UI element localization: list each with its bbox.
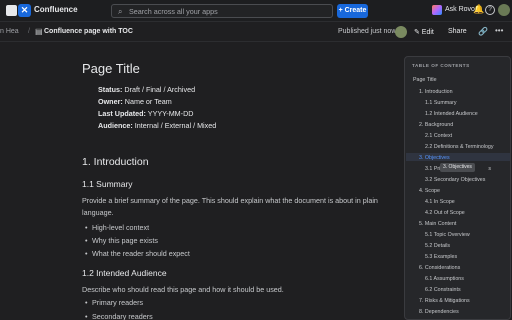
toc-item-definitions[interactable]: 2.2 Definitions & Terminology bbox=[425, 144, 494, 150]
toc-item-dependencies[interactable]: 8. Dependencies bbox=[419, 309, 459, 315]
toc-item-label: 3.1 Pri bbox=[425, 166, 441, 172]
toc-item-topic-overview[interactable]: 5.1 Topic Overview bbox=[425, 232, 470, 238]
toc-item-background[interactable]: 2. Background bbox=[419, 122, 453, 128]
create-button[interactable]: + Create bbox=[337, 4, 368, 18]
meta-label: Status: bbox=[98, 85, 123, 94]
toc-item-summary[interactable]: 1.1 Summary bbox=[425, 100, 457, 106]
toc-tooltip: 3. Objectives bbox=[440, 163, 475, 172]
author-avatar[interactable] bbox=[395, 26, 407, 38]
list-item: What the reader should expect bbox=[85, 249, 190, 258]
copy-link-icon[interactable]: 🔗 bbox=[478, 27, 488, 36]
summary-paragraph: Provide a brief summary of the page. Thi… bbox=[82, 196, 378, 217]
top-app-bar: ✕ Confluence ⌕ Search across all your ap… bbox=[0, 0, 512, 22]
toc-item-out-of-scope[interactable]: 4.2 Out of Scope bbox=[425, 210, 465, 216]
page-toolbar: n Hea / ▤ Confluence page with TOC Publi… bbox=[0, 22, 512, 42]
search-placeholder: Search across all your apps bbox=[129, 7, 218, 16]
heading-introduction: 1. Introduction bbox=[82, 156, 149, 168]
help-icon[interactable]: ? bbox=[485, 5, 495, 15]
meta-value: YYYY-MM-DD bbox=[145, 109, 194, 118]
list-item: High-level context bbox=[85, 223, 149, 232]
page-title: Page Title bbox=[82, 61, 140, 76]
toc-item-details[interactable]: 5.2 Details bbox=[425, 243, 450, 249]
toc-item-assumptions[interactable]: 6.1 Assumptions bbox=[425, 276, 464, 282]
meta-value: Draft / Final / Archived bbox=[122, 85, 196, 94]
breadcrumb-page[interactable]: Confluence page with TOC bbox=[44, 28, 133, 35]
meta-label: Audience: bbox=[98, 121, 133, 130]
meta-label: Owner: bbox=[98, 97, 123, 106]
toc-item-risks[interactable]: 7. Risks & Mitigations bbox=[419, 298, 470, 304]
share-button[interactable]: Share bbox=[448, 28, 467, 35]
more-actions-icon[interactable]: ••• bbox=[495, 26, 503, 35]
toc-item-label-tail: s bbox=[488, 166, 491, 172]
breadcrumb-space[interactable]: n Hea bbox=[0, 28, 19, 35]
ask-rovo-button[interactable]: Ask Rovo bbox=[445, 6, 475, 13]
audience-paragraph: Describe who should read this page and h… bbox=[82, 285, 284, 294]
toc-item-main-content[interactable]: 5. Main Content bbox=[419, 221, 456, 227]
breadcrumb-separator: / bbox=[28, 28, 30, 35]
search-icon: ⌕ bbox=[118, 7, 123, 16]
list-item: Why this page exists bbox=[85, 236, 158, 245]
table-of-contents-panel: TABLE OF CONTENTS Page Title 1. Introduc… bbox=[404, 56, 511, 320]
heading-intended-audience: 1.2 Intended Audience bbox=[82, 268, 167, 278]
confluence-logo-icon[interactable]: ✕ bbox=[18, 4, 31, 17]
list-item: Secondary readers bbox=[85, 312, 153, 320]
meta-value: Internal / External / Mixed bbox=[132, 121, 217, 130]
toc-item-intended-audience[interactable]: 1.2 Intended Audience bbox=[425, 111, 478, 117]
notifications-bell-icon[interactable]: 🔔 bbox=[473, 4, 484, 15]
meta-label: Last Updated: bbox=[98, 109, 146, 118]
user-avatar[interactable] bbox=[498, 4, 510, 16]
toc-item-page-title[interactable]: Page Title bbox=[413, 77, 437, 83]
toc-item-scope[interactable]: 4. Scope bbox=[419, 188, 440, 194]
meta-value: Name or Team bbox=[122, 97, 172, 106]
meta-owner: Owner: Name or Team bbox=[98, 97, 172, 106]
rovo-icon[interactable] bbox=[432, 5, 442, 15]
page-icon: ▤ bbox=[35, 27, 43, 36]
toc-heading: TABLE OF CONTENTS bbox=[412, 63, 470, 68]
meta-updated: Last Updated: YYYY-MM-DD bbox=[98, 109, 193, 118]
search-input[interactable]: ⌕ Search across all your apps bbox=[111, 4, 333, 18]
edit-button[interactable]: ✎ Edit bbox=[414, 28, 434, 36]
list-item: Primary readers bbox=[85, 298, 143, 307]
meta-status: Status: Draft / Final / Archived bbox=[98, 85, 195, 94]
toc-item-secondary-objectives[interactable]: 3.2 Secondary Objectives bbox=[425, 177, 485, 183]
app-name[interactable]: Confluence bbox=[34, 5, 78, 14]
toc-item-objectives[interactable]: 3. Objectives bbox=[419, 155, 450, 161]
toc-item-in-scope[interactable]: 4.1 In Scope bbox=[425, 199, 455, 205]
meta-audience: Audience: Internal / External / Mixed bbox=[98, 121, 216, 130]
app-switcher-icon[interactable] bbox=[6, 5, 17, 16]
toc-item-introduction[interactable]: 1. Introduction bbox=[419, 89, 453, 95]
toc-item-context[interactable]: 2.1 Context bbox=[425, 133, 452, 139]
toc-item-examples[interactable]: 5.3 Examples bbox=[425, 254, 457, 260]
heading-summary: 1.1 Summary bbox=[82, 179, 133, 189]
page-content: Page Title Status: Draft / Final / Archi… bbox=[82, 42, 400, 320]
toc-item-considerations[interactable]: 6. Considerations bbox=[419, 265, 460, 271]
publish-status: Published just now bbox=[338, 28, 397, 35]
toc-item-constraints[interactable]: 6.2 Constraints bbox=[425, 287, 461, 293]
